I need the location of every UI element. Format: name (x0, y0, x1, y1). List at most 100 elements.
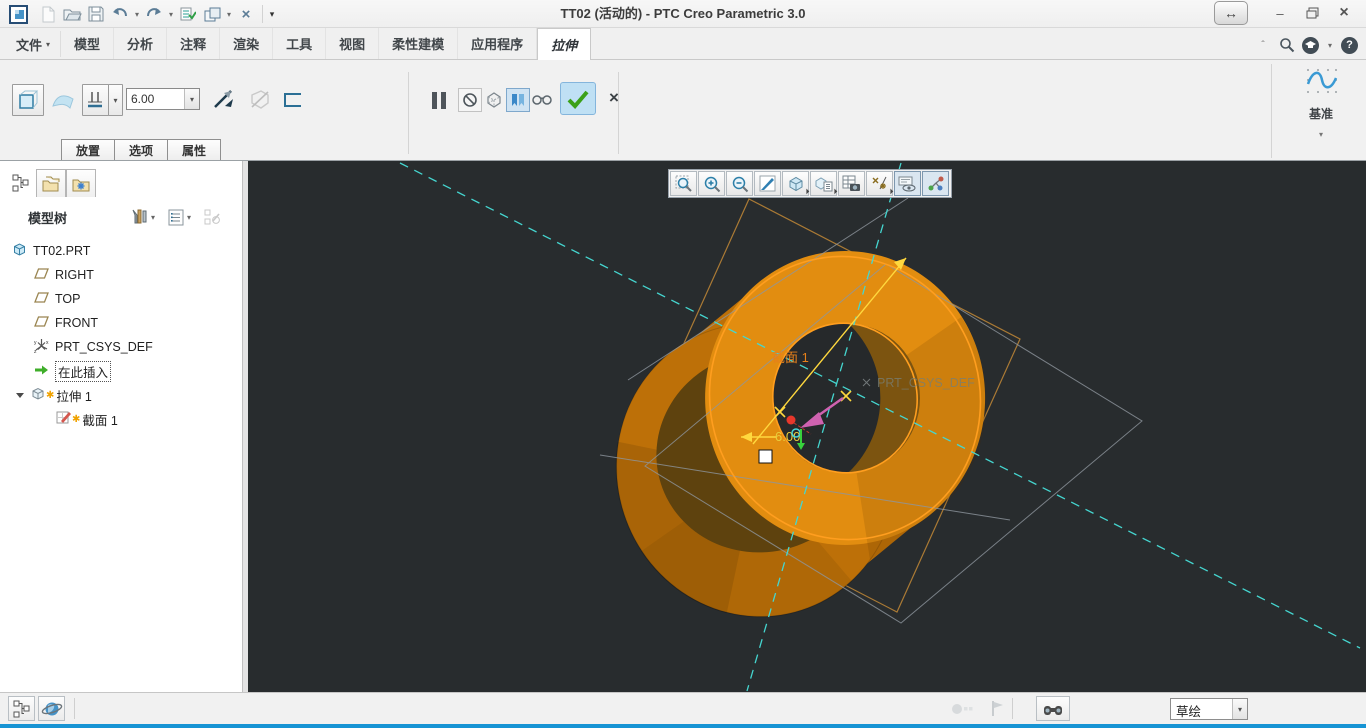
in-graphics-toolbar (668, 169, 952, 198)
tree-row-section[interactable]: ✱ 截面 1 (0, 407, 243, 431)
datum-group-caret-icon[interactable]: ▾ (1276, 130, 1366, 139)
tab-render[interactable]: 渲染 (220, 28, 274, 59)
navtab-folder-browser[interactable] (36, 169, 66, 197)
display-style-button[interactable] (782, 171, 810, 196)
csys-icon: yxz (34, 338, 49, 356)
community-icon[interactable] (1302, 36, 1319, 54)
verify-glasses-button[interactable] (530, 88, 554, 112)
save-button[interactable] (84, 3, 108, 25)
new-file-button[interactable] (36, 3, 60, 25)
panel-tab-options[interactable]: 选项 (114, 139, 169, 160)
remove-material-button[interactable] (246, 86, 274, 114)
tree-tools-dropdown-icon[interactable]: ▾ (151, 213, 155, 222)
tab-view[interactable]: 视图 (326, 28, 380, 59)
tab-annotate[interactable]: 注释 (167, 28, 221, 59)
tree-row-right-plane[interactable]: RIGHT (0, 263, 243, 287)
flip-direction-button[interactable] (206, 82, 240, 116)
depth-option-dropdown[interactable]: ▾ (108, 84, 123, 116)
tab-tools[interactable]: 工具 (273, 28, 327, 59)
window-switch-button[interactable] (200, 3, 224, 25)
tree-row-insert-here[interactable]: 在此插入 (0, 359, 243, 383)
progress-strip (0, 724, 1366, 728)
no-preview-button[interactable] (458, 88, 482, 112)
close-window-quick-button[interactable]: × (234, 3, 258, 25)
help-icon[interactable]: ? (1341, 36, 1358, 54)
cancel-button[interactable]: × (602, 86, 626, 110)
collapse-node-icon[interactable] (16, 392, 24, 398)
datum-group-label[interactable]: 基准 (1276, 105, 1366, 122)
svg-text:y: y (34, 340, 37, 346)
thicken-sketch-button[interactable] (280, 88, 306, 112)
selection-filter-combo[interactable]: 草绘 ▾ (1170, 698, 1248, 720)
collapse-ribbon-icon[interactable]: ˆ (1254, 36, 1272, 54)
tree-row-csys[interactable]: yxz PRT_CSYS_DEF (0, 335, 243, 359)
datum-plane-icon (34, 315, 49, 331)
close-button[interactable]: × (1328, 0, 1360, 26)
pause-button[interactable] (426, 84, 452, 116)
undo-button[interactable] (108, 3, 132, 25)
zoom-out-button[interactable] (726, 171, 753, 196)
web-browser-button[interactable] (38, 696, 65, 721)
navtab-favorites[interactable] (66, 169, 96, 197)
resize-window-button[interactable]: ↔ (1214, 1, 1248, 25)
tree-row-top-plane[interactable]: TOP (0, 287, 243, 311)
shaded-preview-button[interactable] (506, 88, 530, 112)
panel-tab-placement[interactable]: 放置 (61, 139, 116, 160)
depth-drag-handle[interactable] (758, 449, 773, 464)
datum-group: 基准 ▾ (1276, 60, 1366, 160)
app-icon[interactable] (6, 3, 30, 25)
ok-button[interactable] (560, 82, 596, 115)
toggle-model-tree-button[interactable] (8, 696, 35, 721)
search-icon[interactable] (1278, 36, 1296, 54)
datum-display-filters-button[interactable] (866, 171, 894, 196)
wireframe-preview-button[interactable] (482, 88, 506, 112)
graphics-viewport[interactable]: 6.00 截面 1 PRT_CSYS_DEF (248, 161, 1366, 692)
navtab-model-tree[interactable] (6, 169, 36, 197)
view-manager-button[interactable] (838, 171, 865, 196)
tab-extrude-active[interactable]: 拉伸 (537, 28, 592, 60)
tab-model[interactable]: 模型 (61, 28, 115, 59)
solid-extrude-button[interactable] (12, 84, 44, 116)
zoom-region-button[interactable] (670, 171, 697, 196)
in-creation-asterisk-icon: ✱ (72, 413, 81, 425)
datum-curve-icon[interactable] (1276, 66, 1366, 101)
zoom-in-button[interactable] (698, 171, 725, 196)
surface-extrude-button[interactable] (48, 84, 78, 116)
find-button[interactable] (1036, 696, 1070, 721)
tree-tools-icon[interactable] (131, 208, 148, 226)
ribbon-tab-row: 文件 ▾ 模型 分析 注释 渲染 工具 视图 柔性建模 应用程序 拉伸 ˆ ▾ ? (0, 28, 1366, 60)
sketch-icon (56, 410, 72, 428)
repaint-button[interactable] (754, 171, 781, 196)
saved-orientations-button[interactable] (810, 171, 838, 196)
panel-tab-properties[interactable]: 属性 (167, 139, 222, 160)
depth-option-button[interactable] (82, 84, 109, 116)
viewport-canvas[interactable]: 6.00 截面 1 PRT_CSYS_DEF (248, 161, 1366, 692)
tree-row-part[interactable]: TT02.PRT (0, 239, 243, 263)
annotation-display-button[interactable] (894, 171, 921, 196)
tree-search-icon[interactable] (204, 209, 221, 226)
file-menu-button[interactable]: 文件 ▾ (6, 31, 62, 57)
customize-toolbar-dropdown-icon[interactable]: ▾ (267, 3, 277, 25)
depth-value-dropdown[interactable]: ▾ (184, 89, 199, 109)
tree-settings-dropdown-icon[interactable]: ▾ (187, 213, 191, 222)
flag-icon (984, 696, 1011, 721)
regenerate-button[interactable] (176, 3, 200, 25)
redo-button[interactable] (142, 3, 166, 25)
tab-applications[interactable]: 应用程序 (458, 28, 538, 59)
tree-row-extrude[interactable]: ✱ 拉伸 1 (0, 383, 243, 407)
undo-dropdown-icon[interactable]: ▾ (132, 3, 142, 25)
selection-filter-dropdown[interactable]: ▾ (1232, 699, 1247, 719)
tab-flexible-modeling[interactable]: 柔性建模 (379, 28, 459, 59)
in-creation-asterisk-icon: ✱ (46, 389, 55, 401)
tree-settings-icon[interactable] (168, 209, 184, 226)
window-switch-dropdown-icon[interactable]: ▾ (224, 3, 234, 25)
depth-value-input[interactable] (127, 89, 184, 109)
redo-dropdown-icon[interactable]: ▾ (166, 3, 176, 25)
open-file-button[interactable] (60, 3, 84, 25)
restore-button[interactable] (1296, 0, 1328, 26)
spin-center-button[interactable] (922, 171, 949, 196)
community-dropdown-icon[interactable]: ▾ (1325, 34, 1335, 56)
tree-row-front-plane[interactable]: FRONT (0, 311, 243, 335)
tab-analysis[interactable]: 分析 (114, 28, 168, 59)
minimize-button[interactable]: – (1264, 0, 1296, 26)
